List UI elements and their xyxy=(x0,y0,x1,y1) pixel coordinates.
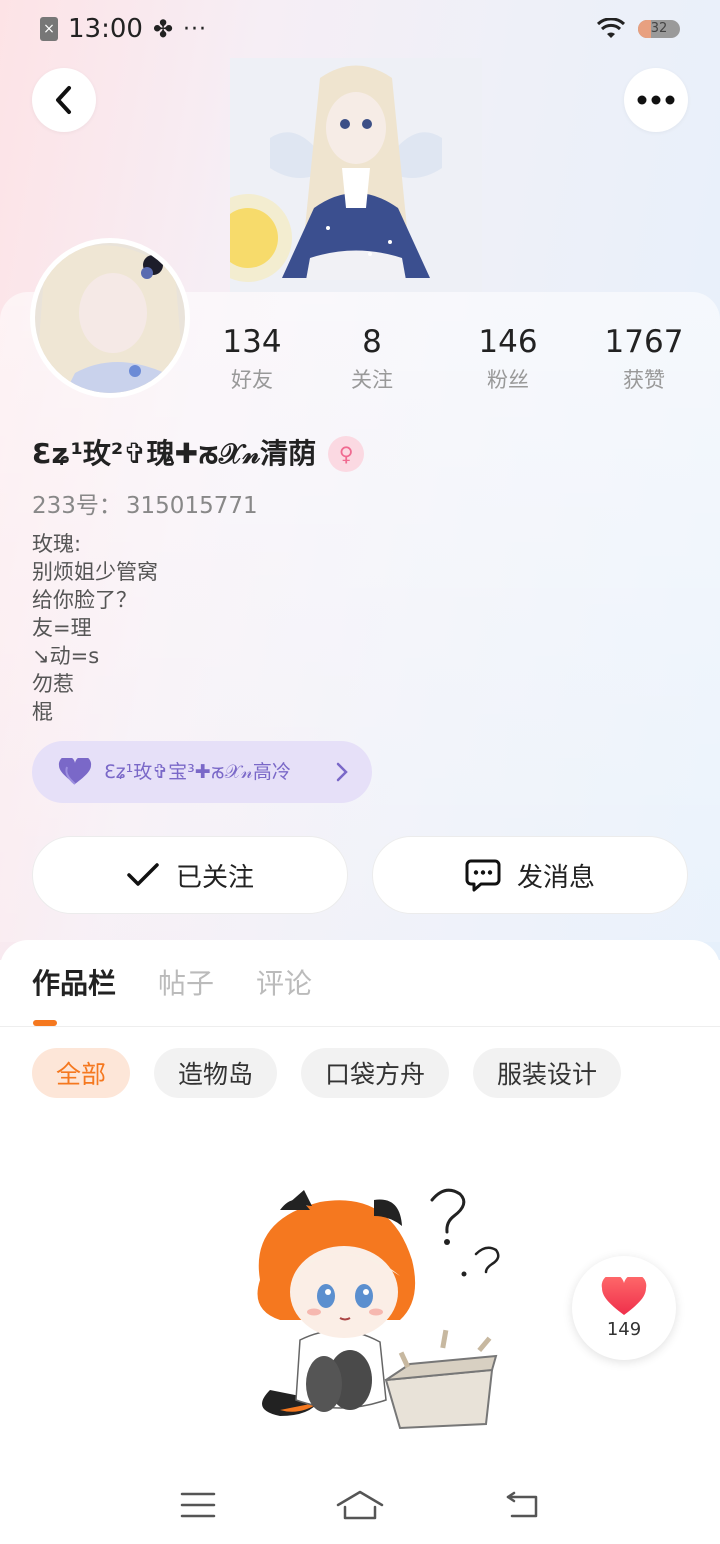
stat-label: 获赞 xyxy=(623,368,665,392)
filter-all[interactable]: 全部 xyxy=(32,1048,131,1098)
works-section: 作品栏 帖子 评论 全部 造物岛 口袋方舟 服装设计 xyxy=(0,940,720,1544)
chevron-left-icon xyxy=(56,86,71,114)
bio-line: 勿惹 xyxy=(32,672,74,696)
tab-works[interactable]: 作品栏 xyxy=(32,962,116,1012)
system-nav-bar xyxy=(0,1466,720,1544)
status-bar: × 13:00 ✤ ··· 32 xyxy=(0,0,720,58)
user-id: 233号： 315015771 xyxy=(32,486,258,520)
relationship-text: Ɛʑ¹玫✞宝³✚ᰕ𝒳𝓃高冷 xyxy=(104,761,291,783)
bio-line: 给你脸了？ xyxy=(32,588,137,612)
battery-level: 32 xyxy=(650,21,668,36)
bio-line: 棍 xyxy=(32,700,53,724)
filter-pocket-ark[interactable]: 口袋方舟 xyxy=(301,1048,450,1098)
heart-icon xyxy=(601,1276,647,1315)
fan-icon: ✤ xyxy=(152,15,174,43)
empty-state-illustration xyxy=(240,1180,510,1450)
stat-label: 好友 xyxy=(231,368,273,392)
bio-line: 玫瑰: xyxy=(32,532,82,556)
divider xyxy=(0,1026,720,1027)
user-id-label: 233号： xyxy=(32,493,122,519)
status-time: 13:00 xyxy=(68,14,143,44)
bio-line: ↘动=s xyxy=(32,644,100,668)
back-button[interactable] xyxy=(32,68,96,132)
followed-label: 已关注 xyxy=(175,862,254,893)
bio-line: 别烦姐少管窝 xyxy=(32,560,158,584)
stat-likes[interactable]: 1767 获赞 xyxy=(586,322,702,394)
stat-value: 134 xyxy=(222,324,282,360)
status-more-icon: ··· xyxy=(183,16,208,42)
stat-friends[interactable]: 134 好友 xyxy=(190,322,314,394)
female-icon: ♀ xyxy=(328,436,365,472)
stat-label: 关注 xyxy=(351,368,393,392)
profile-banner-image xyxy=(230,58,482,292)
battery-indicator: 32 xyxy=(638,20,680,38)
send-message-button[interactable]: 发消息 xyxy=(372,836,688,914)
like-count: 149 xyxy=(606,1318,642,1340)
nickname-row: Ɛʑ¹玫²✞瑰✚ᰕ𝒳𝓃清荫 ♀ xyxy=(32,432,365,476)
stat-value: 1767 xyxy=(604,324,684,360)
menu-icon[interactable] xyxy=(180,1491,216,1519)
like-float-button[interactable]: 149 xyxy=(572,1256,676,1360)
followed-button[interactable]: 已关注 xyxy=(32,836,348,914)
home-icon[interactable] xyxy=(336,1489,384,1521)
category-filters: 全部 造物岛 口袋方舟 服装设计 xyxy=(32,1048,622,1098)
stat-label: 粉丝 xyxy=(487,368,529,392)
wifi-icon xyxy=(596,18,626,38)
no-sim-icon: × xyxy=(40,17,58,41)
heart-icon xyxy=(58,758,92,785)
bio: 玫瑰: 别烦姐少管窝 给你脸了？ 友=理 ↘动=s 勿惹 棍 xyxy=(32,530,158,726)
filter-creation-island[interactable]: 造物岛 xyxy=(154,1048,278,1098)
tab-posts[interactable]: 帖子 xyxy=(158,962,214,1012)
tab-comments[interactable]: 评论 xyxy=(256,962,312,1012)
bio-line: 友=理 xyxy=(32,616,92,640)
stat-value: 8 xyxy=(362,324,382,360)
nickname: Ɛʑ¹玫²✞瑰✚ᰕ𝒳𝓃清荫 xyxy=(32,437,317,470)
relationship-pill[interactable]: Ɛʑ¹玫✞宝³✚ᰕ𝒳𝓃高冷 xyxy=(32,741,372,803)
send-message-label: 发消息 xyxy=(516,862,595,893)
avatar[interactable] xyxy=(30,238,190,398)
stat-followers[interactable]: 146 粉丝 xyxy=(430,322,586,394)
more-horizontal-icon xyxy=(637,95,675,105)
filter-costume-design[interactable]: 服装设计 xyxy=(473,1048,622,1098)
back-nav-icon[interactable] xyxy=(504,1491,540,1519)
stat-value: 146 xyxy=(478,324,538,360)
user-id-value: 315015771 xyxy=(125,493,258,519)
check-icon xyxy=(127,863,159,886)
chevron-right-icon xyxy=(336,762,348,782)
more-options-button[interactable] xyxy=(624,68,688,132)
profile-stats: 134 好友 8 关注 146 粉丝 1767 获赞 xyxy=(190,322,720,394)
content-tabs: 作品栏 帖子 评论 xyxy=(32,962,312,1012)
stat-following[interactable]: 8 关注 xyxy=(314,322,430,394)
chat-bubble-icon xyxy=(465,859,501,892)
